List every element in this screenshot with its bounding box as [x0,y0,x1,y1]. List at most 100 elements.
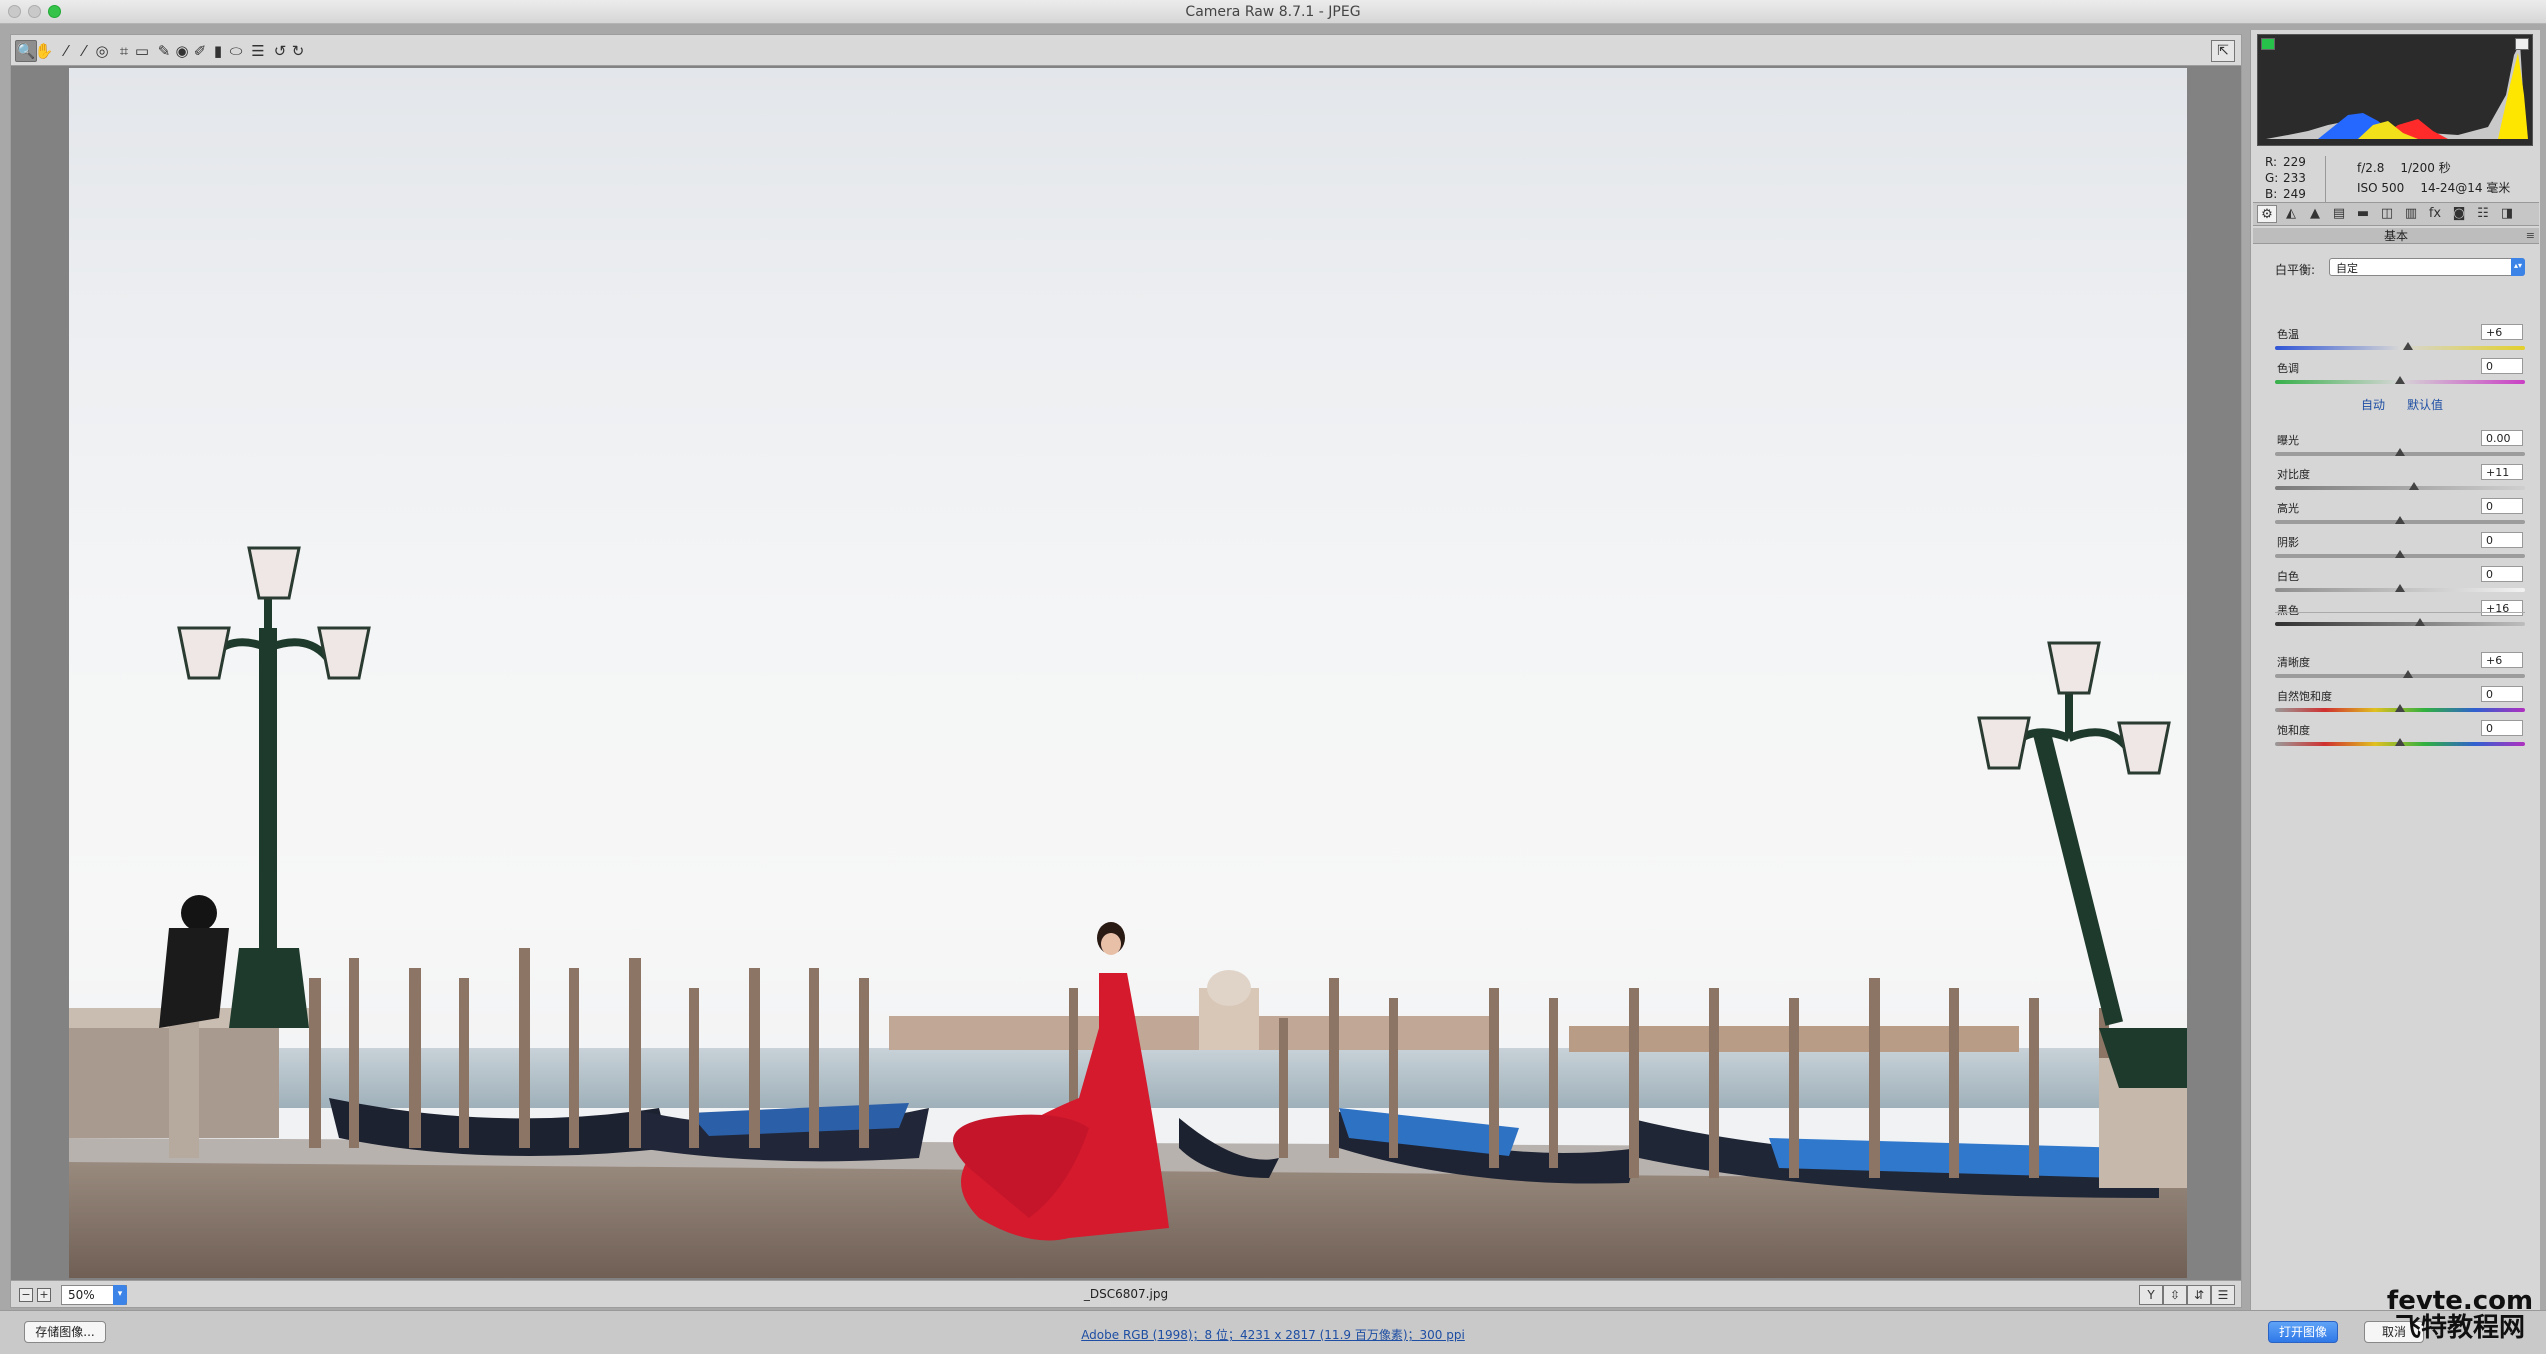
photo-image [69,546,2187,1278]
highlights-value-field[interactable]: 0 [2481,498,2523,514]
shadow-clipping-warning-toggle[interactable] [2261,38,2275,50]
temperature-label: 色温 [2277,328,2299,341]
photo-preview[interactable] [69,68,2187,1278]
whites-value-field[interactable]: 0 [2481,566,2523,582]
eyedropper-icon: ⁄ [64,42,68,60]
clarity-slider-track[interactable] [2275,674,2525,678]
radial-filter-tool[interactable]: ⬭ [225,40,247,62]
clarity-slider-thumb[interactable] [2402,670,2413,678]
blue-value: 249 [2283,187,2306,201]
exposure-slider-thumb[interactable] [2395,448,2405,456]
lens-corrections-tab[interactable]: ◫ [2377,205,2397,223]
fullscreen-toggle-button[interactable]: ⇱ [2211,40,2235,62]
tint-slider-thumb[interactable] [2395,376,2405,384]
vibrance-label: 自然饱和度 [2277,690,2332,703]
blacks-slider-thumb[interactable] [2415,618,2425,626]
presets-tab[interactable]: ☷ [2473,205,2493,223]
highlights-label: 高光 [2277,502,2299,515]
default-link[interactable]: 默认值 [2407,396,2443,413]
saturation-value-field[interactable]: 0 [2481,720,2523,736]
view-toggle-settings-button[interactable]: ☰ [2211,1285,2235,1305]
workflow-options-link[interactable]: Adobe RGB (1998)；8 位；4231 x 2817 (11.9 百… [0,1326,2546,1343]
targeted-adjustment-tool[interactable]: ◎ [91,40,113,62]
camera-settings: f/2.8 1/200 秒 ISO 500 14-24@14 毫米 [2357,158,2526,198]
toolbar: 🔍 ✋ ⁄ ⁄ ◎ ⌗ ▭ ✎ ◉ ✐ ▮ ⬭ ☰ ↺ ↻ ⇱ [10,34,2242,66]
green-value: 233 [2283,171,2306,185]
preview-status-bar: − + 50% ▾ _DSC6807.jpg Y ⇳ ⇵ ☰ [10,1280,2242,1308]
view-copy-settings-button[interactable]: ⇵ [2187,1285,2211,1305]
histogram [2257,34,2533,146]
hsl-tab[interactable]: ▤ [2329,205,2349,223]
title-bar: Camera Raw 8.7.1 - JPEG [0,0,2546,24]
exposure-slider-row: 曝光 0.00 [2275,430,2525,462]
white-balance-label: 白平衡: [2275,263,2316,277]
panel-menu-icon[interactable]: ≡ [2526,228,2535,244]
saturation-label: 饱和度 [2277,724,2310,737]
highlights-slider-row: 高光 0 [2275,498,2525,530]
basic-tab[interactable]: ⚙ [2257,205,2277,223]
temperature-slider-thumb[interactable] [2402,342,2413,350]
clarity-value-field[interactable]: +6 [2481,652,2523,668]
rgb-readout: R: 229 G: 233 B: 249 [2265,155,2306,201]
blacks-slider-row: 黑色 +16 [2275,600,2525,632]
detail-tab[interactable]: ▲ [2305,205,2325,223]
tone-curve-tab[interactable]: ◭ [2281,205,2301,223]
shutter-speed: 1/200 秒 [2400,161,2451,175]
exposure-value-field[interactable]: 0.00 [2481,430,2523,446]
fx-tab[interactable]: fx [2425,205,2445,223]
panel-header: 基本 ≡ [2253,228,2539,244]
blacks-label: 黑色 [2277,604,2299,617]
view-toggle-before-after-button[interactable]: Y [2139,1285,2163,1305]
blacks-value-field[interactable]: +16 [2481,600,2523,616]
saturation-slider-thumb[interactable] [2395,738,2405,746]
camera-calibration-tab[interactable]: ◙ [2449,205,2469,223]
lens: 14-24@14 毫米 [2420,181,2511,195]
contrast-slider-thumb[interactable] [2408,482,2419,490]
temperature-slider-track[interactable] [2275,346,2525,350]
split-toning-tab[interactable]: ▬ [2353,205,2373,223]
tint-value-field[interactable]: 0 [2481,358,2523,374]
auto-link[interactable]: 自动 [2361,396,2385,413]
target-adjust-icon: ◎ [95,42,109,60]
hand-icon: ✋ [34,42,54,60]
temperature-slider-row: 色温 +6 [2275,324,2525,356]
effects-tab[interactable]: ▥ [2401,205,2421,223]
contrast-value-field[interactable]: +11 [2481,464,2523,480]
vibrance-value-field[interactable]: 0 [2481,686,2523,702]
exposure-label: 曝光 [2277,434,2299,447]
open-image-button[interactable]: 打开图像 [2268,1321,2338,1343]
clarity-label: 清晰度 [2277,656,2310,669]
rotate-left-icon: ↺ [273,42,287,60]
vibrance-slider-row: 自然饱和度 0 [2275,686,2525,718]
temperature-value-field[interactable]: +6 [2481,324,2523,340]
tint-slider-row: 色调 0 [2275,358,2525,390]
highlight-clipping-warning-toggle[interactable] [2515,38,2529,50]
rotate-right-icon: ↻ [291,42,305,60]
whites-label: 白色 [2277,570,2299,583]
shadows-slider-thumb[interactable] [2395,550,2405,558]
histogram-graph [2266,43,2528,139]
window-title: Camera Raw 8.7.1 - JPEG [1185,4,1361,20]
blacks-slider-track[interactable] [2275,622,2525,626]
rotate-cw-tool[interactable]: ↻ [287,40,309,62]
auto-default-row: 自动 默认值 [2275,396,2525,412]
file-name: _DSC6807.jpg [1083,1287,1169,1301]
preferences-tool[interactable]: ☰ [247,40,269,62]
list-icon: ☰ [251,42,265,60]
view-swap-settings-button[interactable]: ⇳ [2163,1285,2187,1305]
clarity-slider-row: 清晰度 +6 [2275,652,2525,684]
cancel-button[interactable]: 取消 [2364,1321,2424,1343]
brush-icon: ✐ [193,42,207,60]
aperture: f/2.8 [2357,161,2385,175]
straighten-tool[interactable]: ▭ [131,40,153,62]
whites-slider-thumb[interactable] [2395,584,2405,592]
highlights-slider-thumb[interactable] [2395,516,2405,524]
hand-tool[interactable]: ✋ [33,40,55,62]
info-divider [2325,156,2326,204]
snapshots-tab[interactable]: ◨ [2497,205,2517,223]
vibrance-slider-thumb[interactable] [2395,704,2405,712]
contrast-slider-track[interactable] [2275,486,2525,490]
red-value: 229 [2283,155,2306,169]
white-balance-select[interactable]: 自定 ▴▾ [2329,258,2525,276]
shadows-value-field[interactable]: 0 [2481,532,2523,548]
